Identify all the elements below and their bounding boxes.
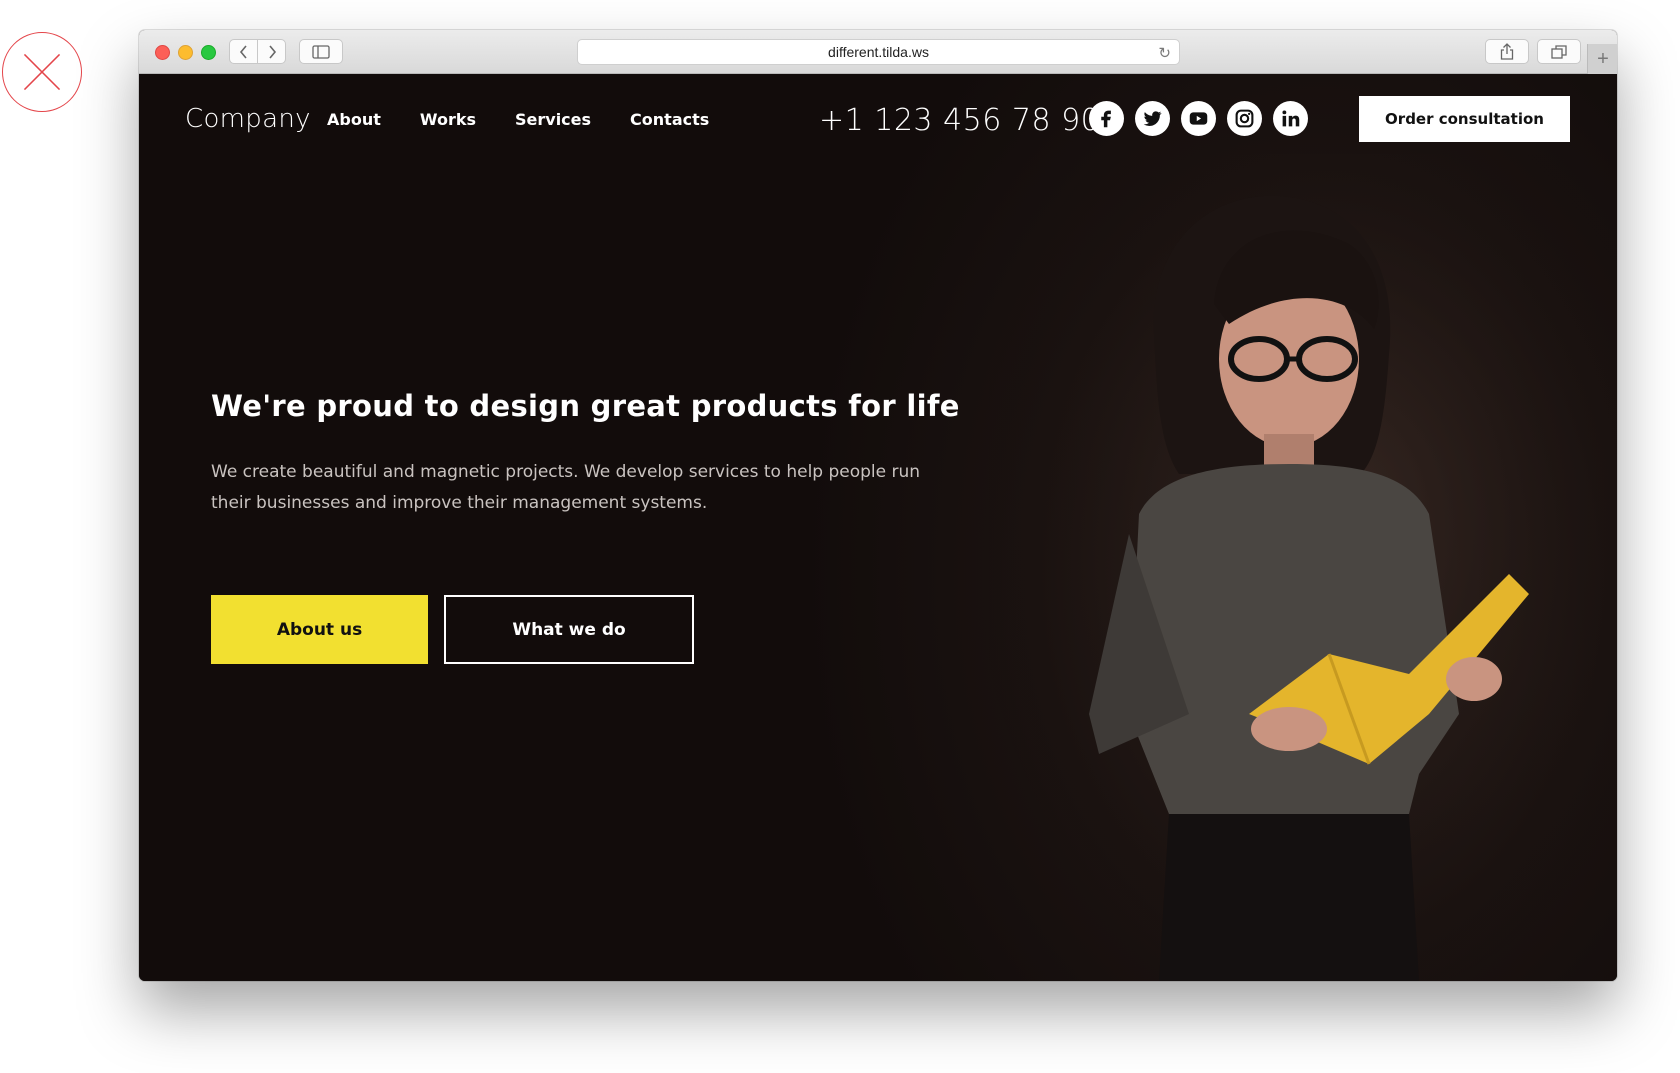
order-consultation-button[interactable]: Order consultation [1359, 96, 1570, 142]
browser-window: different.tilda.ws ↻ + Company About Wor… [139, 30, 1617, 981]
back-button[interactable] [229, 39, 258, 64]
forward-button[interactable] [257, 39, 286, 64]
new-tab-button[interactable]: + [1587, 44, 1617, 74]
chevron-right-icon [268, 44, 276, 59]
what-we-do-button[interactable]: What we do [444, 595, 694, 664]
linkedin-icon[interactable] [1273, 101, 1308, 136]
sidebar-toggle-button[interactable] [299, 39, 343, 64]
twitter-icon[interactable] [1135, 101, 1170, 136]
tabs-overview-button[interactable] [1537, 39, 1581, 64]
tabs-icon [1551, 44, 1567, 59]
address-bar[interactable]: different.tilda.ws ↻ [577, 39, 1180, 65]
browser-toolbar: different.tilda.ws ↻ + [139, 30, 1617, 74]
minimize-window-button[interactable] [178, 45, 193, 60]
site-header: Company About Works Services Contacts +1… [139, 74, 1617, 164]
social-links [1089, 101, 1308, 136]
phone-number[interactable]: +1 123 456 78 90 [819, 103, 1100, 138]
site-logo[interactable]: Company [185, 104, 311, 134]
maximize-window-button[interactable] [201, 45, 216, 60]
url-text: different.tilda.ws [828, 44, 929, 60]
reload-icon[interactable]: ↻ [1158, 44, 1171, 62]
facebook-icon[interactable] [1089, 101, 1124, 136]
about-us-button[interactable]: About us [211, 595, 428, 664]
chevron-left-icon [239, 44, 247, 59]
hero-description: We create beautiful and magnetic project… [211, 462, 921, 513]
share-button[interactable] [1485, 39, 1529, 64]
close-window-button[interactable] [155, 45, 170, 60]
main-menu: About Works Services Contacts [327, 110, 748, 129]
menu-item-contacts[interactable]: Contacts [630, 110, 709, 129]
menu-item-works[interactable]: Works [420, 110, 476, 129]
youtube-icon[interactable] [1181, 101, 1216, 136]
close-annotation-icon[interactable] [2, 32, 82, 112]
plus-icon: + [1597, 47, 1609, 70]
share-icon [1500, 43, 1514, 60]
menu-item-about[interactable]: About [327, 110, 381, 129]
hero-photo-woman-reading [989, 154, 1617, 981]
menu-item-services[interactable]: Services [515, 110, 591, 129]
sidebar-icon [312, 44, 330, 59]
instagram-icon[interactable] [1227, 101, 1262, 136]
web-page: Company About Works Services Contacts +1… [139, 74, 1617, 981]
hero-title: We're proud to design great products for… [211, 389, 960, 423]
